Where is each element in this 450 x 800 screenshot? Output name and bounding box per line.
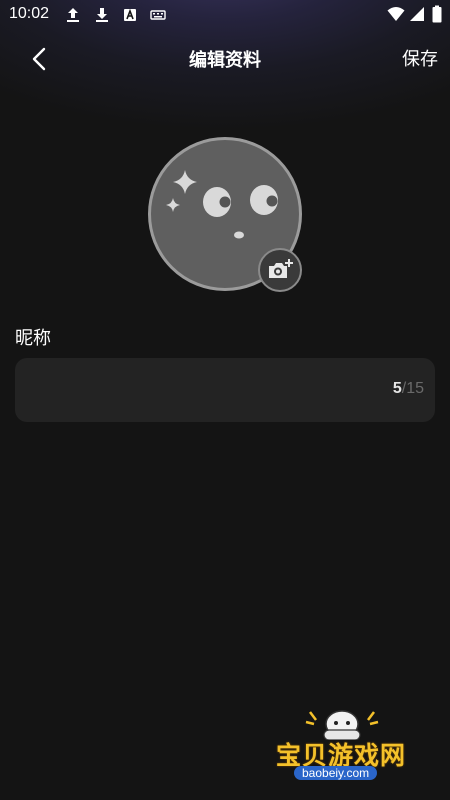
download-icon: [96, 8, 108, 22]
top-bar: 编辑资料 保存: [0, 36, 450, 80]
camera-plus-icon: [269, 259, 293, 278]
save-button[interactable]: 保存: [402, 45, 438, 71]
status-bar: 10:02: [0, 0, 450, 32]
battery-icon: [432, 5, 442, 23]
char-count-max: 15: [406, 380, 424, 397]
char-counter: 5/15: [393, 380, 424, 398]
a-box-icon: [124, 8, 136, 21]
watermark: 宝贝游戏网 baobeiy.com: [270, 706, 420, 786]
nickname-label: 昵称: [15, 328, 51, 349]
watermark-url: baobeiy.com: [294, 766, 378, 780]
char-count-current: 5: [392, 380, 402, 397]
status-time: 10:02: [9, 5, 50, 22]
gamepad-mascot-icon: [305, 710, 379, 740]
signal-icon: [410, 7, 424, 21]
nickname-field[interactable]: 5/15: [15, 358, 435, 424]
keyboard-icon: [150, 10, 166, 20]
upload-icon: [67, 8, 79, 22]
change-avatar-button[interactable]: [258, 248, 302, 292]
nickname-input[interactable]: [29, 358, 373, 424]
wifi-icon: [387, 7, 405, 21]
page-title: 编辑资料: [189, 50, 261, 71]
